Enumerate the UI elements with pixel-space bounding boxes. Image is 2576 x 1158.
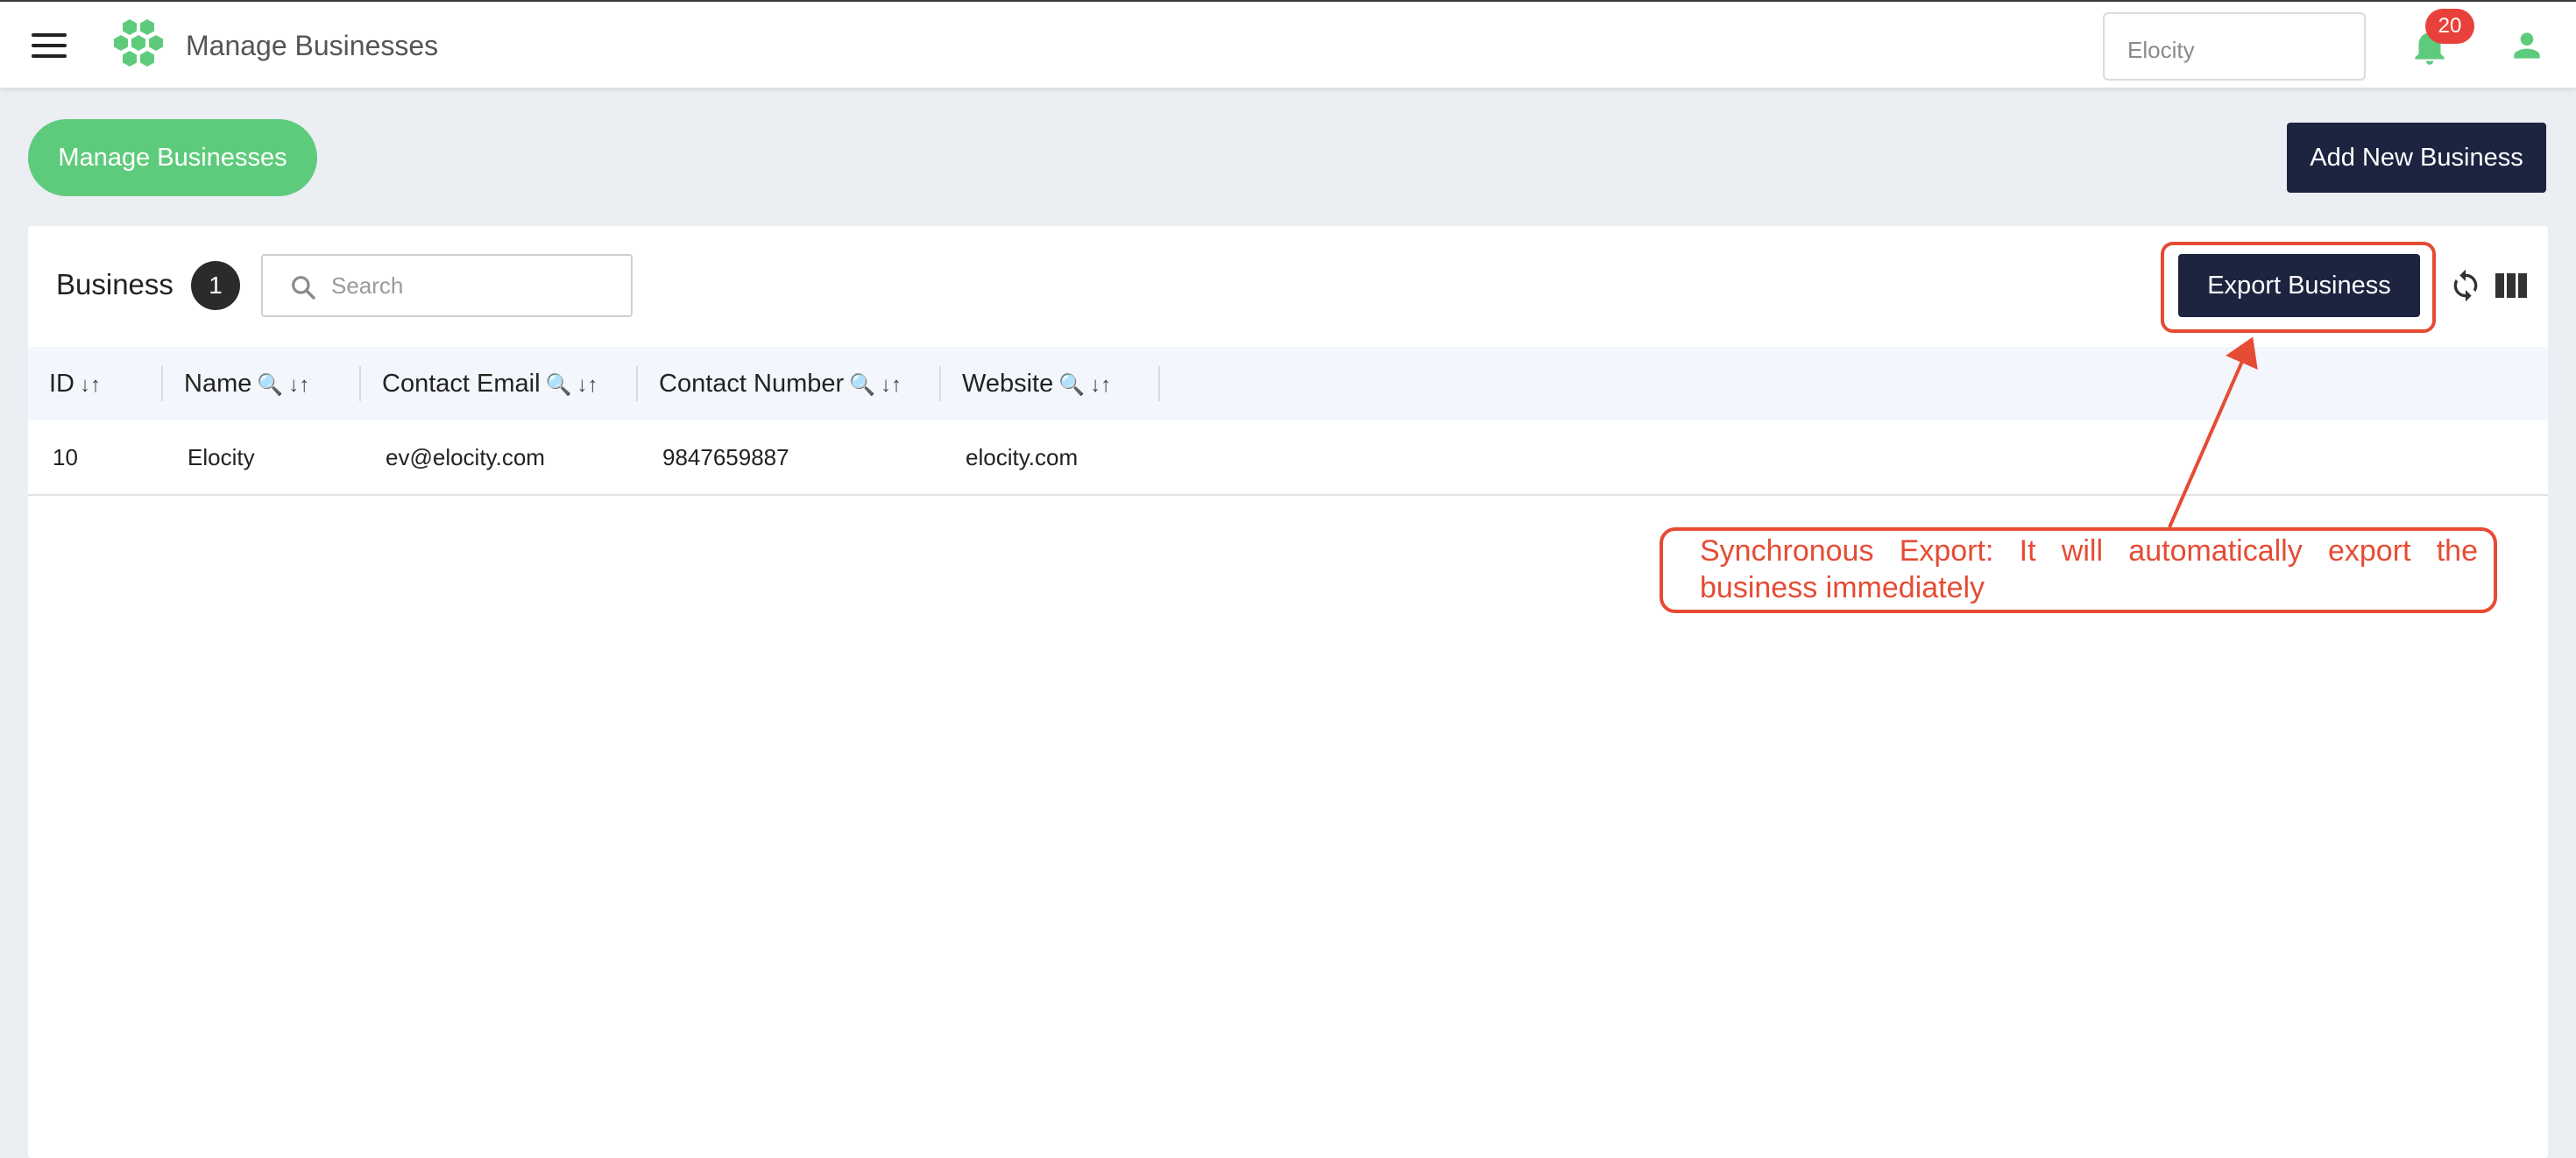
- sort-icon[interactable]: ↓↑: [288, 373, 309, 397]
- sort-icon[interactable]: ↓↑: [80, 373, 101, 397]
- sort-icon[interactable]: ↓↑: [881, 373, 902, 397]
- export-business-button[interactable]: Export Business: [2178, 254, 2420, 317]
- search-input[interactable]: [331, 268, 612, 303]
- business-count-badge: 1: [191, 261, 240, 310]
- cell-id: 10: [53, 444, 78, 470]
- column-label: Contact Number: [659, 370, 845, 398]
- column-label: ID: [49, 370, 74, 398]
- card-title: Business: [56, 268, 173, 300]
- sort-icon[interactable]: ↓↑: [577, 373, 598, 397]
- column-header-website[interactable]: Website 🔍 ↓↑: [941, 347, 1111, 420]
- filter-icon[interactable]: 🔍: [546, 373, 572, 397]
- cell-contact-email: ev@elocity.com: [386, 444, 545, 470]
- cell-website: elocity.com: [966, 444, 1079, 470]
- annotation-callout: Synchronous Export: It will automaticall…: [1660, 527, 2497, 613]
- column-header-id[interactable]: ID ↓↑: [28, 347, 101, 420]
- user-icon[interactable]: [2508, 26, 2546, 65]
- notification-count-badge: 20: [2425, 9, 2474, 44]
- refresh-icon[interactable]: [2448, 266, 2483, 305]
- filter-icon[interactable]: 🔍: [849, 373, 875, 397]
- column-divider[interactable]: [1158, 366, 1160, 401]
- table-header: ID ↓↑ Name 🔍 ↓↑ Contact Email 🔍 ↓↑ Contact Nu…: [28, 347, 2548, 420]
- search-icon: [292, 276, 315, 300]
- table-row[interactable]: 10 Elocity ev@elocity.com 9847659887 elo…: [28, 420, 2548, 496]
- column-header-name[interactable]: Name 🔍 ↓↑: [163, 347, 309, 420]
- column-header-contact-email[interactable]: Contact Email 🔍 ↓↑: [361, 347, 598, 420]
- column-label: Contact Email: [382, 370, 541, 398]
- search-box[interactable]: [261, 254, 633, 317]
- filter-icon[interactable]: 🔍: [1058, 373, 1085, 397]
- column-header-contact-number[interactable]: Contact Number 🔍 ↓↑: [638, 347, 902, 420]
- app-title: Manage Businesses: [186, 30, 439, 61]
- add-new-business-button[interactable]: Add New Business: [2287, 123, 2546, 193]
- sort-icon[interactable]: ↓↑: [1090, 373, 1111, 397]
- column-label: Website: [962, 370, 1054, 398]
- app-logo-icon: [114, 19, 163, 67]
- cell-contact-number: 9847659887: [662, 444, 789, 470]
- business-card: Business 1 Export Business ID↓↑ Name🔍↓↑ …: [28, 226, 2548, 1158]
- view-columns-icon[interactable]: [2495, 272, 2527, 300]
- filter-icon[interactable]: 🔍: [257, 373, 283, 397]
- top-bar: Manage Businesses Elocity 20: [0, 0, 2576, 88]
- manage-businesses-pill[interactable]: Manage Businesses: [28, 119, 317, 196]
- hamburger-menu-icon[interactable]: [32, 33, 67, 60]
- annotation-text: Synchronous Export: It will automaticall…: [1700, 534, 2478, 604]
- cell-name: Elocity: [188, 444, 255, 470]
- business-selector[interactable]: Elocity: [2103, 12, 2366, 81]
- column-label: Name: [184, 370, 252, 398]
